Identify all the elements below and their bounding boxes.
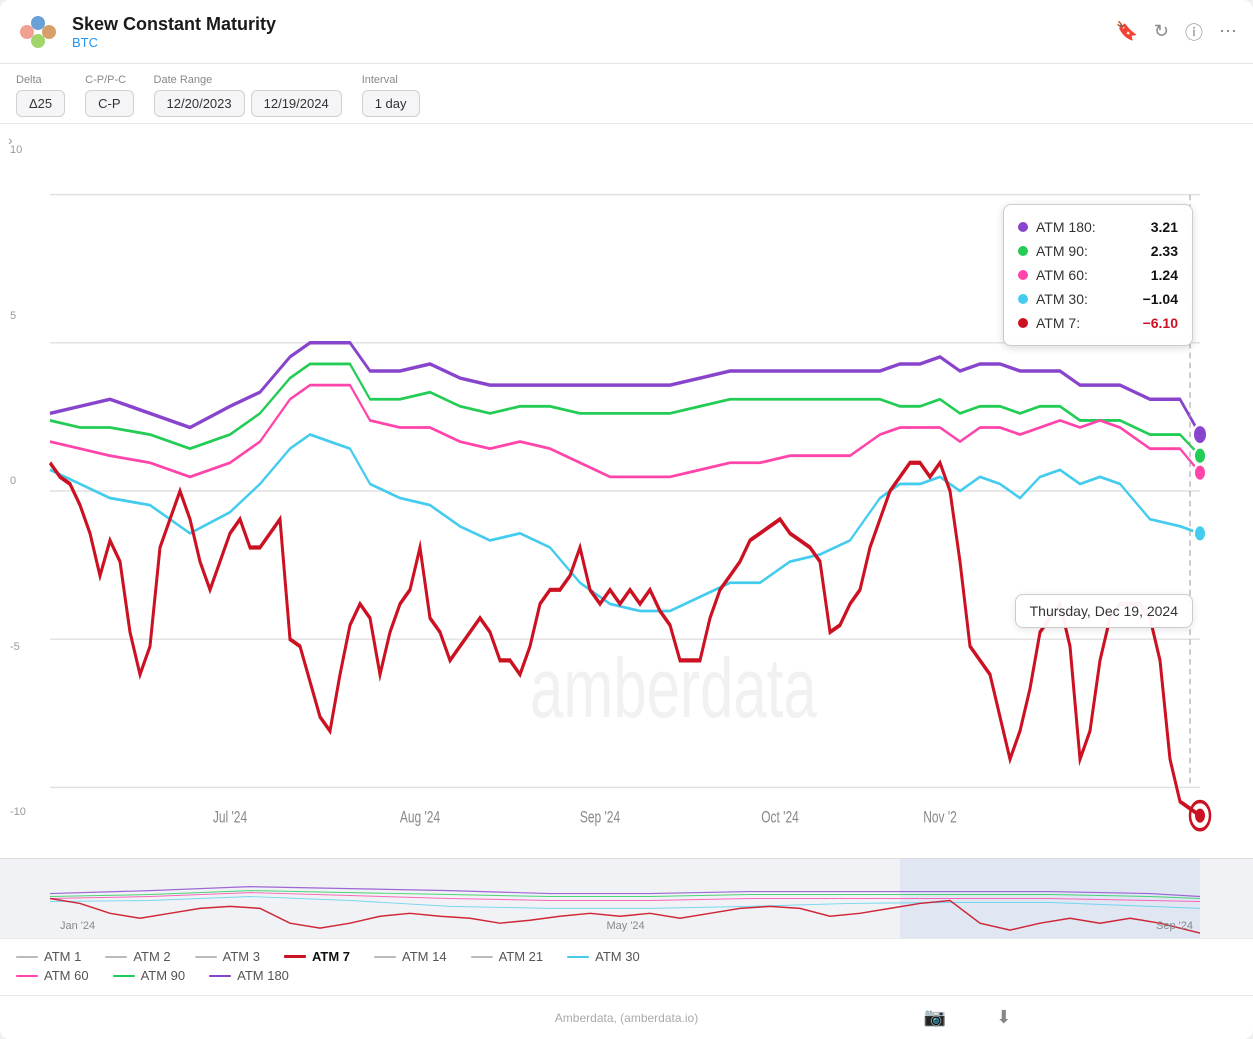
svg-text:amberdata: amberdata bbox=[530, 641, 817, 736]
tooltip-row-atm30: ATM 30: −1.04 bbox=[1018, 287, 1178, 311]
mini-chart-svg bbox=[0, 859, 1253, 938]
legend-label-atm90: ATM 90 bbox=[141, 968, 186, 983]
tooltip-dot-atm180 bbox=[1018, 222, 1028, 232]
legend-label-atm14: ATM 14 bbox=[402, 949, 447, 964]
legend-label-atm2: ATM 2 bbox=[133, 949, 170, 964]
tooltip-label-atm180: ATM 180: bbox=[1036, 219, 1143, 235]
tooltip-box: ATM 180: 3.21 ATM 90: 2.33 ATM 60: 1.24 … bbox=[1003, 204, 1193, 346]
svg-text:Jul '24: Jul '24 bbox=[213, 809, 247, 827]
svg-text:Aug '24: Aug '24 bbox=[400, 809, 440, 827]
legend-item-atm21[interactable]: ATM 21 bbox=[471, 949, 544, 964]
legend-item-atm7[interactable]: ATM 7 bbox=[284, 949, 350, 964]
delta-control: Delta Δ25 bbox=[16, 74, 65, 117]
tooltip-dot-atm30 bbox=[1018, 294, 1028, 304]
titlebar-actions: 🔖 ↻ ⓘ ⋯ bbox=[1115, 19, 1237, 45]
legend-row-1: ATM 1 ATM 2 ATM 3 ATM 7 ATM 14 ATM 21 bbox=[16, 949, 1237, 964]
date-range-label: Date Range bbox=[154, 74, 342, 86]
mini-chart[interactable]: Jan '24 May '24 Sep '24 bbox=[0, 858, 1253, 938]
legend-line-atm7 bbox=[284, 955, 306, 958]
legend-line-atm90 bbox=[113, 975, 135, 977]
tooltip-row-atm7: ATM 7: −6.10 bbox=[1018, 311, 1178, 335]
legend-item-atm180[interactable]: ATM 180 bbox=[209, 968, 289, 983]
tooltip-dot-atm60 bbox=[1018, 270, 1028, 280]
legend-item-atm14[interactable]: ATM 14 bbox=[374, 949, 447, 964]
date-range-control: Date Range 12/20/2023 12/19/2024 bbox=[154, 74, 342, 117]
tooltip-row-atm60: ATM 60: 1.24 bbox=[1018, 263, 1178, 287]
legend-label-atm21: ATM 21 bbox=[499, 949, 544, 964]
controls-bar: Delta Δ25 C-P/P-C C-P Date Range 12/20/2… bbox=[0, 64, 1253, 124]
legend-label-atm7: ATM 7 bbox=[312, 949, 350, 964]
legend-line-atm60 bbox=[16, 975, 38, 977]
legend-area: ATM 1 ATM 2 ATM 3 ATM 7 ATM 14 ATM 21 bbox=[0, 938, 1253, 995]
tooltip-value-atm60: 1.24 bbox=[1151, 267, 1178, 283]
bookmark-icon[interactable]: 🔖 bbox=[1115, 21, 1137, 42]
legend-label-atm30: ATM 30 bbox=[595, 949, 640, 964]
svg-text:Oct '24: Oct '24 bbox=[761, 809, 799, 827]
footer: Amberdata, (amberdata.io) 📷 ⬇ bbox=[0, 995, 1253, 1039]
info-icon[interactable]: ⓘ bbox=[1185, 19, 1203, 45]
tooltip-dot-atm90 bbox=[1018, 246, 1028, 256]
svg-text:Nov '2: Nov '2 bbox=[923, 809, 957, 827]
date-start-button[interactable]: 12/20/2023 bbox=[154, 90, 245, 117]
legend-line-atm21 bbox=[471, 956, 493, 958]
legend-item-atm1[interactable]: ATM 1 bbox=[16, 949, 81, 964]
tooltip-value-atm7: −6.10 bbox=[1143, 315, 1178, 331]
interval-button[interactable]: 1 day bbox=[362, 90, 420, 117]
legend-line-atm14 bbox=[374, 956, 396, 958]
svg-text:Sep '24: Sep '24 bbox=[580, 809, 620, 827]
legend-label-atm60: ATM 60 bbox=[44, 968, 89, 983]
legend-item-atm2[interactable]: ATM 2 bbox=[105, 949, 170, 964]
date-range-inputs: 12/20/2023 12/19/2024 bbox=[154, 90, 342, 117]
tooltip-value-atm90: 2.33 bbox=[1151, 243, 1178, 259]
legend-line-atm30 bbox=[567, 956, 589, 958]
footer-credit: Amberdata, (amberdata.io) bbox=[555, 1011, 698, 1025]
app-window: Skew Constant Maturity BTC 🔖 ↻ ⓘ ⋯ Delta… bbox=[0, 0, 1253, 1039]
tooltip-value-atm30: −1.04 bbox=[1143, 291, 1178, 307]
legend-line-atm180 bbox=[209, 975, 231, 977]
camera-icon[interactable]: 📷 bbox=[924, 1007, 946, 1028]
chart-area: › 10 5 0 -5 -10 amberdata bbox=[0, 124, 1253, 858]
interval-control: Interval 1 day bbox=[362, 74, 420, 117]
app-logo bbox=[16, 10, 60, 54]
tooltip-label-atm90: ATM 90: bbox=[1036, 243, 1143, 259]
legend-label-atm1: ATM 1 bbox=[44, 949, 81, 964]
date-end-button[interactable]: 12/19/2024 bbox=[251, 90, 342, 117]
cp-label: C-P/P-C bbox=[85, 74, 133, 86]
legend-label-atm180: ATM 180 bbox=[237, 968, 289, 983]
tooltip-date-box: Thursday, Dec 19, 2024 bbox=[1015, 594, 1193, 628]
expand-icon[interactable]: › bbox=[8, 132, 13, 148]
legend-item-atm90[interactable]: ATM 90 bbox=[113, 968, 186, 983]
more-icon[interactable]: ⋯ bbox=[1219, 21, 1237, 42]
tooltip-value-atm180: 3.21 bbox=[1151, 219, 1178, 235]
legend-item-atm3[interactable]: ATM 3 bbox=[195, 949, 260, 964]
title-block: Skew Constant Maturity BTC bbox=[72, 14, 1115, 50]
cp-button[interactable]: C-P bbox=[85, 90, 133, 117]
interval-label: Interval bbox=[362, 74, 420, 86]
legend-row-2: ATM 60 ATM 90 ATM 180 bbox=[16, 968, 1237, 983]
legend-item-atm30[interactable]: ATM 30 bbox=[567, 949, 640, 964]
legend-item-atm60[interactable]: ATM 60 bbox=[16, 968, 89, 983]
app-title: Skew Constant Maturity bbox=[72, 14, 1115, 35]
legend-label-atm3: ATM 3 bbox=[223, 949, 260, 964]
tooltip-dot-atm7 bbox=[1018, 318, 1028, 328]
cp-control: C-P/P-C C-P bbox=[85, 74, 133, 117]
tooltip-row-atm90: ATM 90: 2.33 bbox=[1018, 239, 1178, 263]
delta-button[interactable]: Δ25 bbox=[16, 90, 65, 117]
asset-label: BTC bbox=[72, 35, 1115, 50]
legend-line-atm3 bbox=[195, 956, 217, 958]
download-icon[interactable]: ⬇ bbox=[996, 1007, 1011, 1028]
tooltip-label-atm60: ATM 60: bbox=[1036, 267, 1143, 283]
tooltip-row-atm180: ATM 180: 3.21 bbox=[1018, 215, 1178, 239]
tooltip-date: Thursday, Dec 19, 2024 bbox=[1030, 603, 1178, 619]
legend-line-atm1 bbox=[16, 956, 38, 958]
titlebar: Skew Constant Maturity BTC 🔖 ↻ ⓘ ⋯ bbox=[0, 0, 1253, 64]
tooltip-label-atm30: ATM 30: bbox=[1036, 291, 1135, 307]
legend-line-atm2 bbox=[105, 956, 127, 958]
tooltip-label-atm7: ATM 7: bbox=[1036, 315, 1135, 331]
refresh-icon[interactable]: ↻ bbox=[1154, 21, 1169, 42]
delta-label: Delta bbox=[16, 74, 65, 86]
